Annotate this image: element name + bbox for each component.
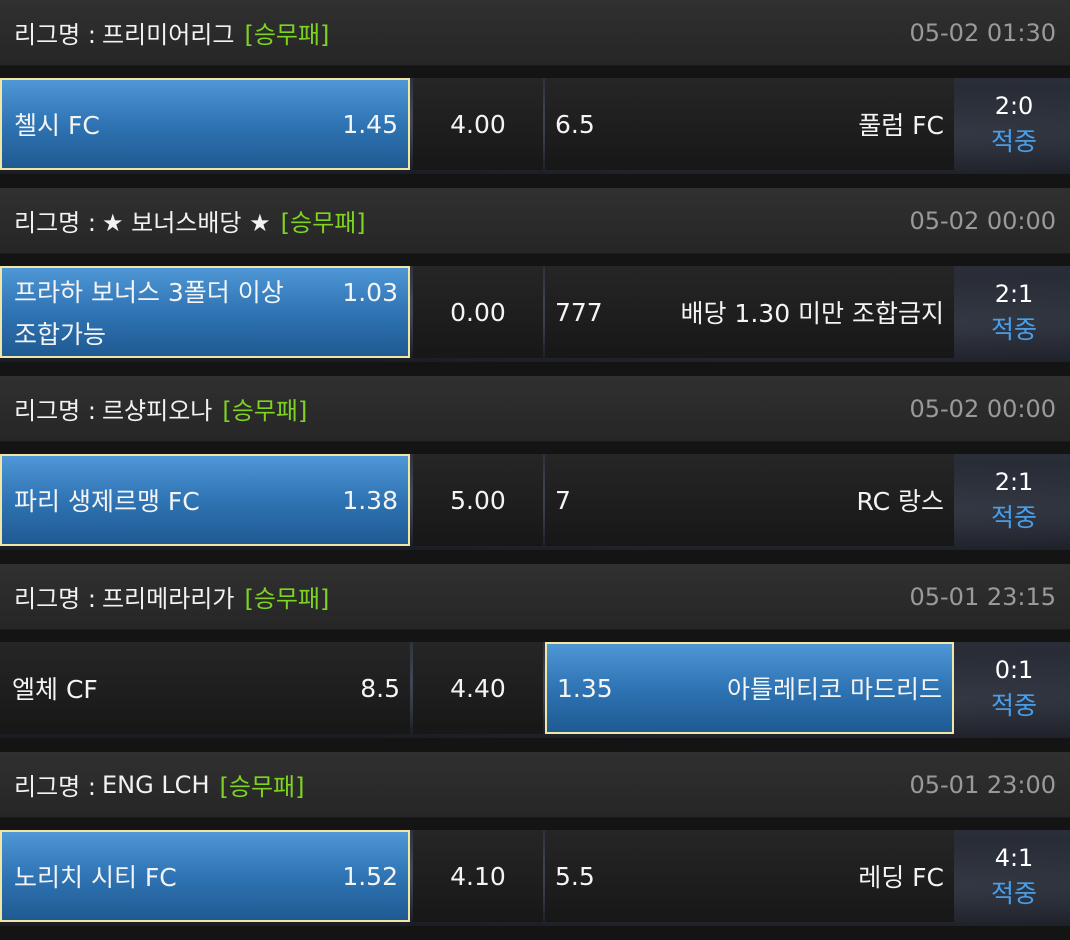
draw-button[interactable]: 4.40 — [413, 642, 543, 734]
away-win-button[interactable]: 777 배당 1.30 미만 조합금지 — [545, 266, 954, 358]
league-header: 리그명 : 프리미어리그 [승무패] 05-02 01:30 — [0, 0, 1070, 66]
draw-odds: 4.40 — [450, 673, 506, 703]
match-datetime: 05-02 00:00 — [909, 394, 1056, 423]
match-result: 2:1 적중 — [958, 454, 1070, 546]
away-team-name: RC 랑스 — [856, 487, 944, 516]
league-name: 프리미어리그 — [101, 21, 235, 49]
draw-odds: 5.00 — [450, 485, 506, 515]
match-datetime: 05-02 01:30 — [909, 18, 1056, 47]
match-row: 엘체 CF 8.5 4.40 1.35 아틀레티코 마드리드 0:1 적중 — [0, 642, 1070, 738]
match-block: 리그명 : ENG LCH [승무패] 05-01 23:00 노리치 시티 F… — [0, 752, 1070, 940]
home-team-name: 엘체 CF — [12, 675, 98, 704]
away-team-name: 배당 1.30 미만 조합금지 — [680, 299, 944, 328]
league-prefix: 리그명 : — [14, 773, 96, 801]
bet-type-tag: [승무패] — [244, 21, 330, 49]
away-odds: 5.5 — [555, 861, 595, 891]
league-name: 르샹피오나 — [101, 397, 213, 425]
away-win-button[interactable]: 7 RC 랑스 — [545, 454, 954, 546]
league-prefix: 리그명 : — [14, 397, 96, 425]
home-team-name: 첼시 FC — [14, 111, 100, 140]
home-win-button[interactable]: 첼시 FC 1.45 — [0, 78, 410, 170]
result-status: 적중 — [990, 127, 1037, 156]
match-block: 리그명 : ★ 보너스배당 ★ [승무패] 05-02 00:00 프라하 보너… — [0, 188, 1070, 376]
result-status: 적중 — [990, 315, 1037, 344]
final-score: 0:1 — [994, 656, 1034, 684]
away-team-name: 레딩 FC — [858, 863, 944, 892]
final-score: 2:0 — [994, 92, 1034, 120]
away-odds: 777 — [555, 297, 603, 327]
match-block: 리그명 : 르샹피오나 [승무패] 05-02 00:00 파리 생제르맹 FC… — [0, 376, 1070, 564]
match-result: 2:1 적중 — [958, 266, 1070, 358]
league-prefix: 리그명 : — [14, 585, 96, 613]
bet-type-tag: [승무패] — [222, 397, 308, 425]
away-odds: 6.5 — [555, 109, 595, 139]
home-team-name: 프라하 보너스 3폴더 이상 조합가능 — [14, 278, 284, 349]
match-row: 첼시 FC 1.45 4.00 6.5 풀럼 FC 2:0 적중 — [0, 78, 1070, 174]
match-datetime: 05-01 23:15 — [909, 582, 1056, 611]
match-block: 리그명 : 프리미어리그 [승무패] 05-02 01:30 첼시 FC 1.4… — [0, 0, 1070, 188]
match-row: 프라하 보너스 3폴더 이상 조합가능 1.03 0.00 777 배당 1.3… — [0, 266, 1070, 362]
final-score: 2:1 — [994, 280, 1034, 308]
league-prefix: 리그명 : — [14, 21, 96, 49]
bet-type-tag: [승무패] — [280, 209, 366, 237]
home-odds: 1.52 — [342, 861, 398, 891]
home-odds: 1.38 — [342, 485, 398, 515]
league-header: 리그명 : ENG LCH [승무패] 05-01 23:00 — [0, 752, 1070, 818]
match-result: 0:1 적중 — [958, 642, 1070, 734]
home-win-button[interactable]: 파리 생제르맹 FC 1.38 — [0, 454, 410, 546]
home-odds: 8.5 — [360, 673, 400, 703]
league-name: 프리메라리가 — [101, 585, 235, 613]
match-result: 2:0 적중 — [958, 78, 1070, 170]
away-win-button[interactable]: 5.5 레딩 FC — [545, 830, 954, 922]
result-status: 적중 — [990, 691, 1037, 720]
league-header: 리그명 : ★ 보너스배당 ★ [승무패] 05-02 00:00 — [0, 188, 1070, 254]
league-header: 리그명 : 르샹피오나 [승무패] 05-02 00:00 — [0, 376, 1070, 442]
league-name: ENG LCH — [101, 770, 210, 799]
away-odds: 1.35 — [557, 673, 613, 703]
match-row: 노리치 시티 FC 1.52 4.10 5.5 레딩 FC 4:1 적중 — [0, 830, 1070, 926]
final-score: 4:1 — [994, 844, 1034, 872]
away-win-button[interactable]: 6.5 풀럼 FC — [545, 78, 954, 170]
draw-button[interactable]: 4.10 — [413, 830, 543, 922]
home-odds: 1.45 — [342, 109, 398, 139]
home-odds: 1.03 — [342, 278, 398, 307]
result-status: 적중 — [990, 879, 1037, 908]
home-team-name: 파리 생제르맹 FC — [14, 487, 200, 516]
home-win-button[interactable]: 프라하 보너스 3폴더 이상 조합가능 1.03 — [0, 266, 410, 358]
draw-odds: 4.00 — [450, 109, 506, 139]
away-win-button[interactable]: 1.35 아틀레티코 마드리드 — [545, 642, 954, 734]
match-result: 4:1 적중 — [958, 830, 1070, 922]
bet-type-tag: [승무패] — [219, 773, 305, 801]
draw-odds: 4.10 — [450, 861, 506, 891]
match-datetime: 05-02 00:00 — [909, 206, 1056, 235]
home-team-name: 노리치 시티 FC — [14, 863, 177, 892]
draw-button[interactable]: 0.00 — [413, 266, 543, 358]
league-header: 리그명 : 프리메라리가 [승무패] 05-01 23:15 — [0, 564, 1070, 630]
final-score: 2:1 — [994, 468, 1034, 496]
match-row: 파리 생제르맹 FC 1.38 5.00 7 RC 랑스 2:1 적중 — [0, 454, 1070, 550]
match-block: 리그명 : 프리메라리가 [승무패] 05-01 23:15 엘체 CF 8.5… — [0, 564, 1070, 752]
league-name: ★ 보너스배당 ★ — [101, 209, 271, 237]
draw-button[interactable]: 4.00 — [413, 78, 543, 170]
draw-button[interactable]: 5.00 — [413, 454, 543, 546]
home-win-button[interactable]: 노리치 시티 FC 1.52 — [0, 830, 410, 922]
bet-type-tag: [승무패] — [244, 585, 330, 613]
away-team-name: 풀럼 FC — [858, 111, 944, 140]
home-win-button[interactable]: 엘체 CF 8.5 — [0, 642, 410, 734]
draw-odds: 0.00 — [450, 297, 506, 327]
away-team-name: 아틀레티코 마드리드 — [727, 675, 942, 704]
away-odds: 7 — [555, 485, 571, 515]
match-datetime: 05-01 23:00 — [909, 770, 1056, 799]
league-prefix: 리그명 : — [14, 209, 96, 237]
result-status: 적중 — [990, 503, 1037, 532]
